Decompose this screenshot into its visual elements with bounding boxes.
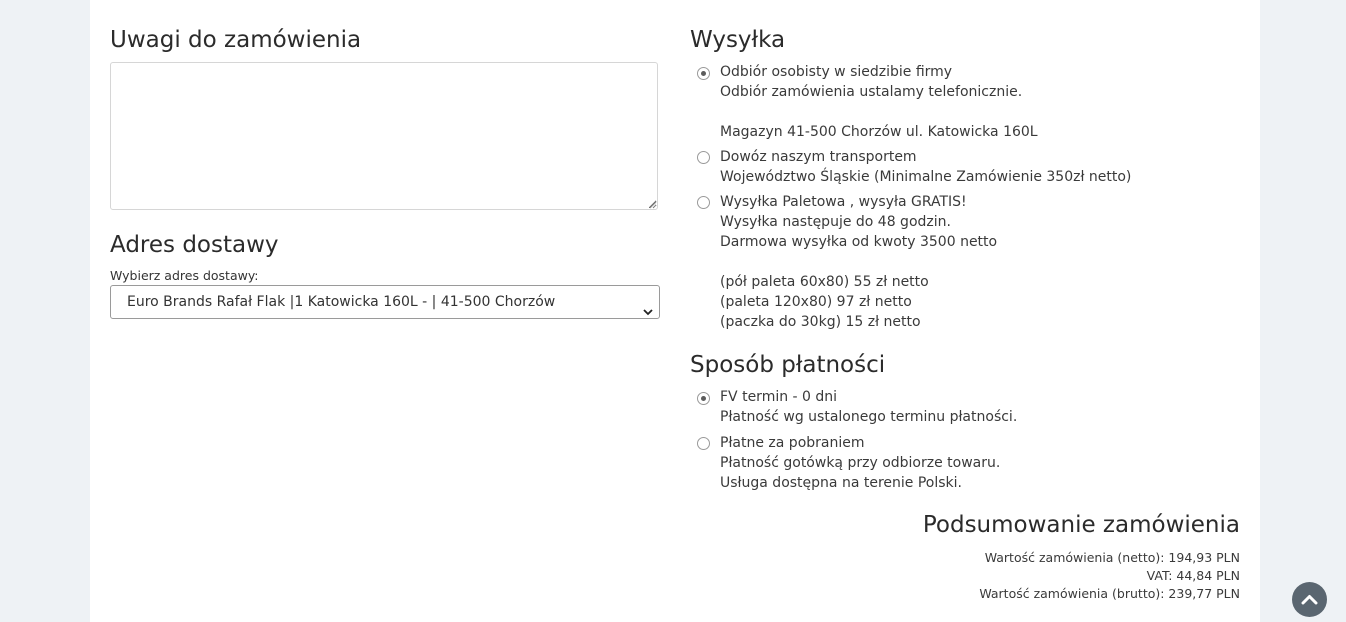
shipping-option-line: (paczka do 30kg) 15 zł netto (720, 314, 921, 330)
address-select-value: Euro Brands Rafał Flak |1 Katowicka 160L… (127, 294, 556, 310)
shipping-option-line: Województwo Śląskie (Minimalne Zamówieni… (720, 169, 1132, 185)
summary-heading: Podsumowanie zamówienia (922, 512, 1240, 538)
summary-net-value: Wartość zamówienia (netto): 194,93 PLN (984, 550, 1240, 565)
address-select-label: Wybierz adres dostawy: (110, 268, 259, 283)
order-notes-textarea[interactable] (110, 62, 658, 210)
shipping-option-line: (paleta 120x80) 97 zł netto (720, 294, 912, 310)
address-select[interactable]: Euro Brands Rafał Flak |1 Katowicka 160L… (110, 285, 660, 319)
payment-heading: Sposób płatności (690, 352, 886, 378)
checkout-panel: Uwagi do zamówienia Adres dostawy Wybier… (90, 0, 1260, 622)
shipping-option-line: Darmowa wysyłka od kwoty 3500 netto (720, 234, 998, 250)
shipping-radio-pickup[interactable] (697, 67, 710, 80)
summary-gross-value: Wartość zamówienia (brutto): 239,77 PLN (979, 586, 1240, 601)
chevron-down-icon (643, 297, 653, 316)
payment-radio-cod[interactable] (697, 437, 710, 450)
payment-radio-invoice[interactable] (697, 392, 710, 405)
address-heading: Adres dostawy (110, 232, 279, 258)
summary-vat-value: VAT: 44,84 PLN (1146, 568, 1240, 583)
payment-option-line: Płatność gotówką przy odbiorze towaru. (720, 455, 1001, 471)
shipping-option-line: Odbiór zamówienia ustalamy telefonicznie… (720, 84, 1023, 100)
shipping-option-line (720, 102, 1038, 122)
payment-option-line: Usługa dostępna na terenie Polski. (720, 475, 962, 491)
payment-option-title: FV termin - 0 dni (720, 389, 838, 405)
order-summary: Podsumowanie zamówienia Wartość zamówien… (740, 510, 1240, 603)
shipping-option-line: Wysyłka następuje do 48 godzin. (720, 214, 951, 230)
notes-heading: Uwagi do zamówienia (110, 27, 362, 53)
shipping-option-line: Magazyn 41-500 Chorzów ul. Katowicka 160… (720, 124, 1038, 140)
shipping-option-title: Dowóz naszym transportem (720, 149, 917, 165)
shipping-heading: Wysyłka (690, 27, 786, 53)
resize-grip-icon[interactable] (648, 200, 657, 209)
shipping-option-line: (pół paleta 60x80) 55 zł netto (720, 274, 929, 290)
payment-option-title: Płatne za pobraniem (720, 435, 865, 451)
payment-option-line: Płatność wg ustalonego terminu płatności… (720, 409, 1018, 425)
chevron-up-icon (1301, 595, 1318, 605)
shipping-radio-pallet[interactable] (697, 196, 710, 209)
shipping-radio-delivery[interactable] (697, 151, 710, 164)
scroll-to-top-button[interactable] (1292, 582, 1327, 617)
shipping-option-line (720, 252, 997, 272)
shipping-option-title: Wysyłka Paletowa , wysyła GRATIS! (720, 194, 967, 210)
shipping-option-title: Odbiór osobisty w siedzibie firmy (720, 64, 953, 80)
